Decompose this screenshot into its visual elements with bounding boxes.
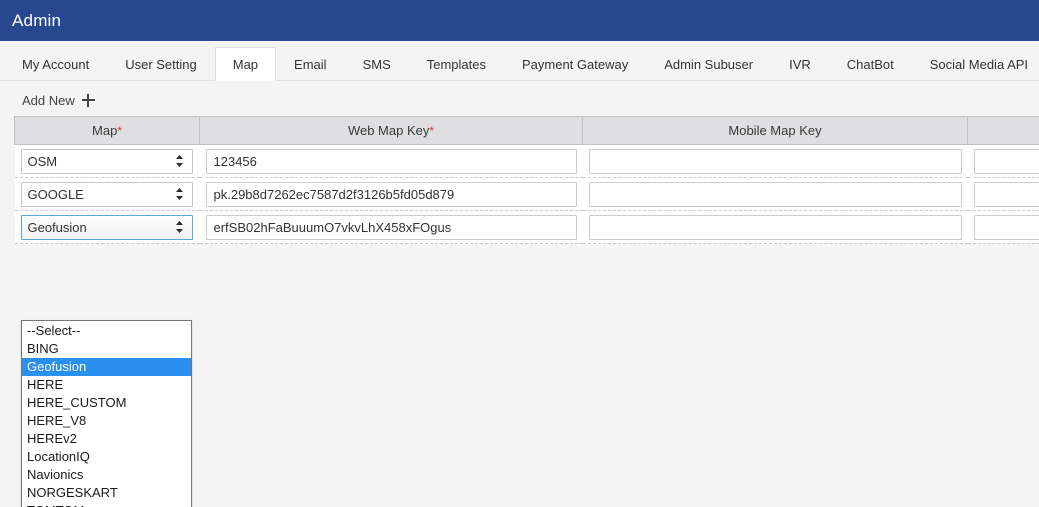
map-select-wrapper: GOOGLE — [21, 182, 193, 207]
web-map-key-input[interactable] — [206, 215, 577, 240]
cell-web-map-key — [200, 211, 583, 244]
column-header-label: Mobile Map Key — [728, 123, 821, 138]
cell-mobile-map-key — [583, 178, 968, 211]
tab-bar: My AccountUser SettingMapEmailSMSTemplat… — [0, 41, 1039, 81]
cell-web-map-key — [200, 178, 583, 211]
cell-extra — [968, 145, 1039, 178]
map-select-wrapper: OSM — [21, 149, 193, 174]
dropdown-option[interactable]: Navionics — [22, 466, 191, 484]
table-body: OSM GOOGLE Geofusion — [15, 145, 1039, 244]
column-header-label: Web Map Key — [348, 123, 429, 138]
tab-chatbot[interactable]: ChatBot — [829, 47, 912, 81]
main-content: Add New Map*Web Map Key*Mobile Map Key O… — [0, 81, 1039, 507]
tab-social-media-api[interactable]: Social Media API — [912, 47, 1039, 81]
tab-admin-subuser[interactable]: Admin Subuser — [646, 47, 771, 81]
extra-input[interactable] — [974, 215, 1039, 240]
mobile-map-key-input[interactable] — [589, 215, 962, 240]
dropdown-option[interactable]: Geofusion — [22, 358, 191, 376]
column-header-mobile-map-key: Mobile Map Key — [583, 117, 968, 145]
cell-mobile-map-key — [583, 145, 968, 178]
add-new-button[interactable]: Add New — [0, 81, 95, 116]
tab-my-account[interactable]: My Account — [4, 47, 107, 81]
table-header-row: Map*Web Map Key*Mobile Map Key — [15, 117, 1039, 145]
extra-input[interactable] — [974, 149, 1039, 174]
table-row: Geofusion — [15, 211, 1039, 244]
map-config-table: Map*Web Map Key*Mobile Map Key OSMGOOGLE… — [14, 116, 1039, 244]
dropdown-option[interactable]: HERE — [22, 376, 191, 394]
cell-extra — [968, 178, 1039, 211]
web-map-key-input[interactable] — [206, 182, 577, 207]
web-map-key-input[interactable] — [206, 149, 577, 174]
map-select[interactable]: OSM — [21, 149, 193, 174]
tab-sms[interactable]: SMS — [345, 47, 409, 81]
dropdown-option[interactable]: HEREv2 — [22, 430, 191, 448]
dropdown-option[interactable]: --Select-- — [22, 322, 191, 340]
mobile-map-key-input[interactable] — [589, 182, 962, 207]
dropdown-option[interactable]: NORGESKART — [22, 484, 191, 502]
table-row: GOOGLE — [15, 178, 1039, 211]
add-new-label: Add New — [22, 93, 75, 108]
cell-web-map-key — [200, 145, 583, 178]
mobile-map-key-input[interactable] — [589, 149, 962, 174]
extra-input[interactable] — [974, 182, 1039, 207]
cell-map: Geofusion — [15, 211, 200, 244]
tab-payment-gateway[interactable]: Payment Gateway — [504, 47, 646, 81]
table-header: Map*Web Map Key*Mobile Map Key — [15, 117, 1039, 145]
tab-map[interactable]: Map — [215, 47, 276, 81]
tab-templates[interactable]: Templates — [409, 47, 504, 81]
dropdown-option[interactable]: LocationIQ — [22, 448, 191, 466]
map-select[interactable]: GOOGLE — [21, 182, 193, 207]
cell-extra — [968, 211, 1039, 244]
map-select[interactable]: Geofusion — [21, 215, 193, 240]
dropdown-option[interactable]: BING — [22, 340, 191, 358]
cell-map: OSM — [15, 145, 200, 178]
page-title: Admin — [12, 11, 61, 31]
column-header-label: Map — [92, 123, 117, 138]
required-marker: * — [117, 124, 122, 138]
table-row: OSM — [15, 145, 1039, 178]
required-marker: * — [429, 124, 434, 138]
map-select-dropdown-list[interactable]: --Select--BINGGeofusionHEREHERE_CUSTOMHE… — [21, 320, 192, 507]
cell-mobile-map-key — [583, 211, 968, 244]
column-header-map: Map* — [15, 117, 200, 145]
column-header-web-map-key: Web Map Key* — [200, 117, 583, 145]
column-header-actions — [968, 117, 1039, 145]
plus-icon — [82, 94, 95, 107]
dropdown-option[interactable]: HERE_V8 — [22, 412, 191, 430]
app-header: Admin — [0, 0, 1039, 41]
tab-user-setting[interactable]: User Setting — [107, 47, 215, 81]
tab-email[interactable]: Email — [276, 47, 345, 81]
cell-map: GOOGLE — [15, 178, 200, 211]
map-select-wrapper: Geofusion — [21, 215, 193, 240]
dropdown-option[interactable]: TOMTOM — [22, 502, 191, 507]
tab-ivr[interactable]: IVR — [771, 47, 829, 81]
dropdown-option[interactable]: HERE_CUSTOM — [22, 394, 191, 412]
